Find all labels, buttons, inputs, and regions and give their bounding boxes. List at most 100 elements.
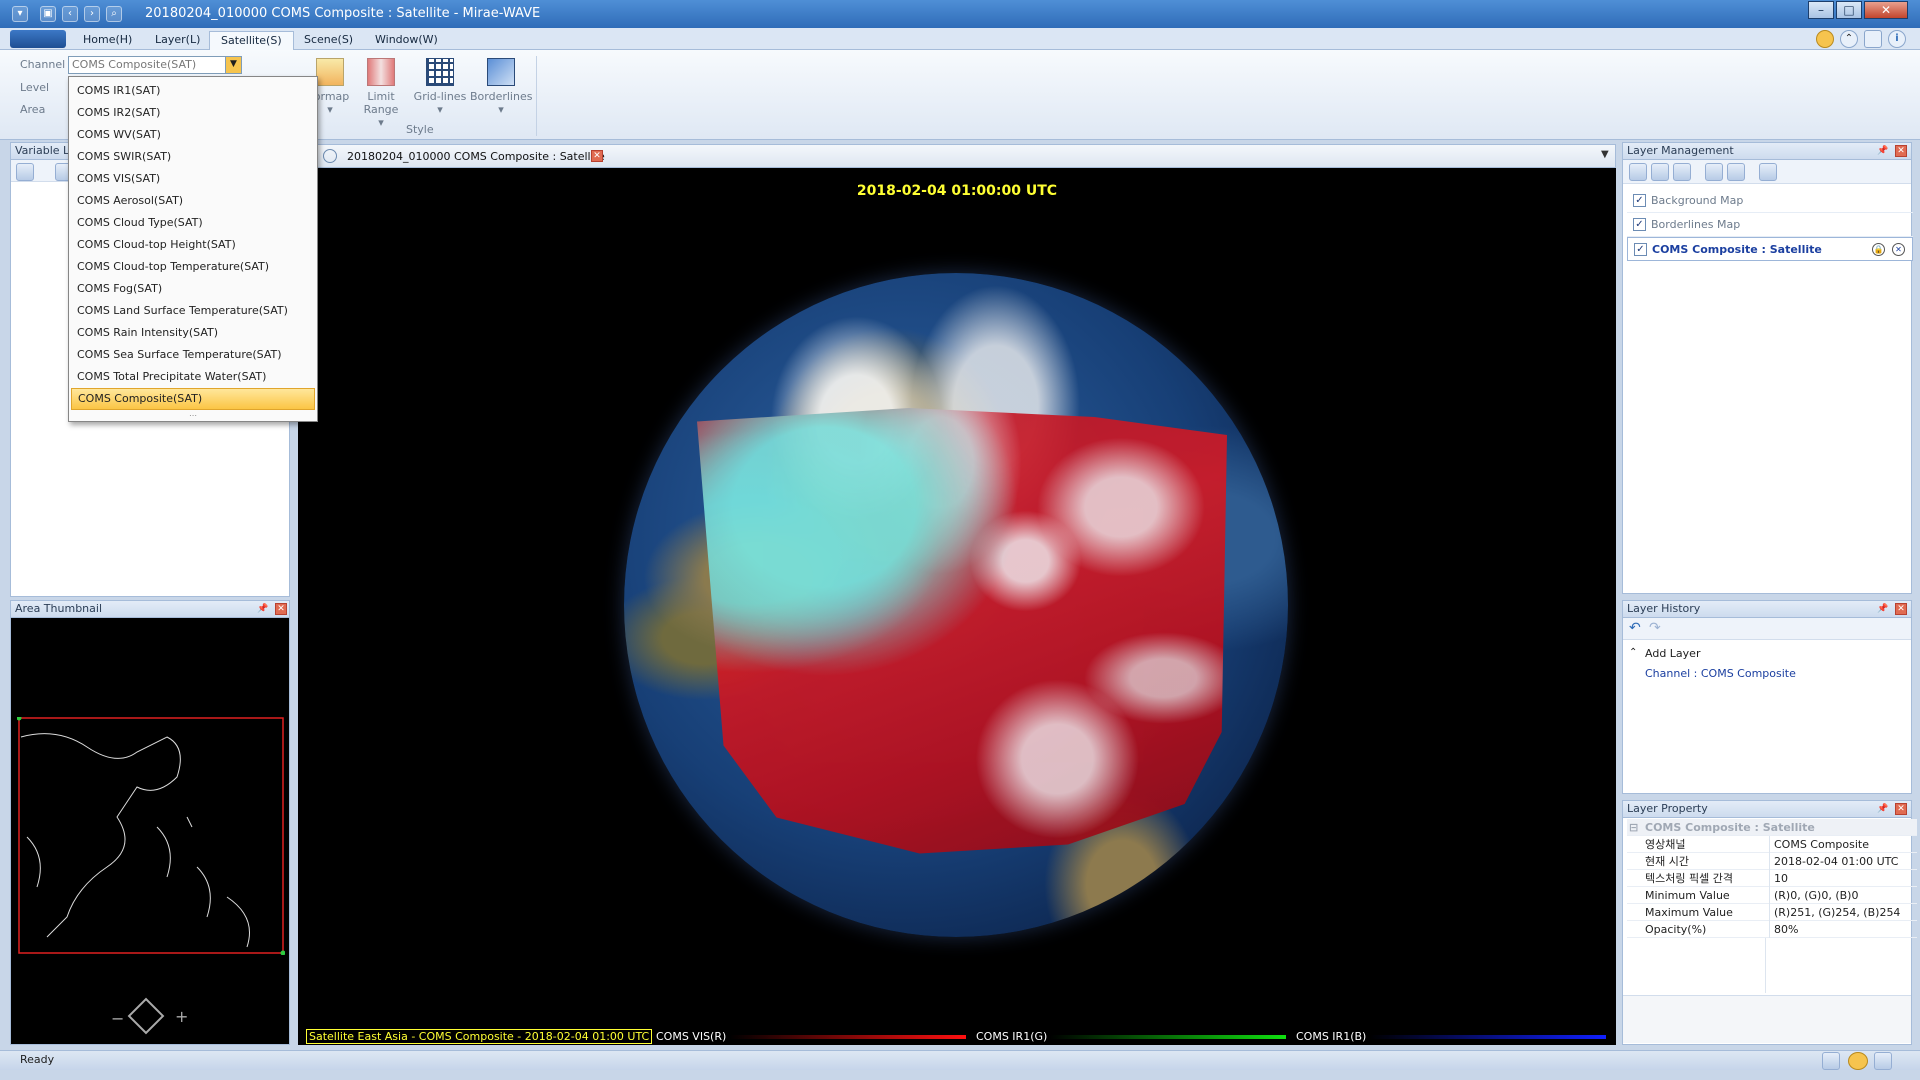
layer-item-active[interactable]: ✓ COMS Composite : Satellite 🔒 ✕ xyxy=(1627,237,1913,261)
property-value[interactable]: (R)251, (G)254, (B)254 xyxy=(1769,904,1909,921)
variable-tool-icon[interactable] xyxy=(16,163,34,181)
grid-lines-button[interactable]: Grid-lines ▾ xyxy=(412,58,468,116)
layer-item[interactable]: ✓ Borderlines Map xyxy=(1627,213,1913,237)
channel-option[interactable]: COMS Cloud Type(SAT) xyxy=(71,212,315,234)
channel-dropdown-list: COMS IR1(SAT) COMS IR2(SAT) COMS WV(SAT)… xyxy=(68,76,318,422)
pin-icon[interactable]: 📌 xyxy=(1877,145,1889,157)
channel-option[interactable]: COMS Sea Surface Temperature(SAT) xyxy=(71,344,315,366)
channel-option[interactable]: COMS WV(SAT) xyxy=(71,124,315,146)
back-icon[interactable]: ‹ xyxy=(62,6,78,22)
layer-down-icon[interactable] xyxy=(1727,163,1745,181)
globe-view-icon[interactable] xyxy=(1848,1052,1868,1070)
help-clock-icon[interactable] xyxy=(1816,30,1834,48)
layer-checkbox[interactable]: ✓ xyxy=(1634,243,1647,256)
forward-icon[interactable]: › xyxy=(84,6,100,22)
channel-option[interactable]: COMS IR1(SAT) xyxy=(71,80,315,102)
minimize-button[interactable]: – xyxy=(1808,1,1834,19)
chevron-down-icon[interactable]: ▼ xyxy=(225,57,241,73)
pin-icon[interactable]: 📌 xyxy=(1877,603,1889,615)
ribbon-divider xyxy=(536,56,537,136)
channel-option[interactable]: COMS Total Precipitate Water(SAT) xyxy=(71,366,315,388)
layer-checkbox[interactable]: ✓ xyxy=(1633,194,1646,207)
pin-icon[interactable]: 📌 xyxy=(257,603,269,615)
redo-icon[interactable]: ↷ xyxy=(1649,620,1661,636)
channel-option[interactable]: COMS Land Surface Temperature(SAT) xyxy=(71,300,315,322)
options-icon[interactable] xyxy=(1864,30,1882,48)
layer-remove-icon[interactable] xyxy=(1759,163,1777,181)
close-icon[interactable]: ✕ xyxy=(591,150,603,162)
map-view[interactable]: 2018-02-04 01:00:00 UTC Satellite East A… xyxy=(298,168,1616,1045)
channel-option-selected[interactable]: COMS Composite(SAT) xyxy=(71,388,315,410)
lock-icon[interactable]: 🔒 xyxy=(1872,243,1885,256)
channel-option[interactable]: COMS Fog(SAT) xyxy=(71,278,315,300)
collapse-icon[interactable]: ⊟ xyxy=(1629,819,1638,836)
channel-option[interactable]: COMS Cloud-top Height(SAT) xyxy=(71,234,315,256)
property-value[interactable]: 2018-02-04 01:00 UTC xyxy=(1769,853,1909,870)
zoom-in-button[interactable]: + xyxy=(175,1007,188,1026)
resize-grip-icon[interactable]: ⋯ xyxy=(189,411,197,420)
property-value[interactable]: (R)0, (G)0, (B)0 xyxy=(1769,887,1909,904)
property-key: 텍스처링 픽셀 간격 xyxy=(1645,872,1733,885)
tab-window[interactable]: Window(W) xyxy=(364,31,449,50)
layer-stack-icon[interactable] xyxy=(1651,163,1669,181)
channel-option[interactable]: COMS VIS(SAT) xyxy=(71,168,315,190)
collapse-ribbon-icon[interactable]: ⌃ xyxy=(1840,30,1858,48)
close-button[interactable]: ✕ xyxy=(1864,1,1908,19)
collapse-icon[interactable]: ⌃ xyxy=(1629,647,1637,658)
close-icon[interactable]: ✕ xyxy=(1895,603,1907,615)
document-tab-title[interactable]: 20180204_010000 COMS Composite : Satelli… xyxy=(347,150,605,163)
limit-range-button[interactable]: Limit Range ▾ xyxy=(360,58,402,129)
layer-up-icon[interactable] xyxy=(1705,163,1723,181)
area-thumbnail-title: Area Thumbnail xyxy=(15,602,102,615)
colormap-icon xyxy=(316,58,344,86)
legend-blue-label: COMS IR1(B) xyxy=(1296,1030,1367,1043)
window-title: 20180204_010000 COMS Composite : Satelli… xyxy=(145,6,541,21)
layer-property-title: Layer Property xyxy=(1627,802,1708,815)
channel-combo[interactable]: COMS Composite(SAT) xyxy=(68,56,242,74)
layer-item[interactable]: ✓ Background Map xyxy=(1627,189,1913,213)
channel-option[interactable]: COMS IR2(SAT) xyxy=(71,102,315,124)
satellite-composite-layer xyxy=(697,408,1227,854)
property-value[interactable]: 80% xyxy=(1769,921,1909,938)
layers-icon[interactable] xyxy=(1629,163,1647,181)
chevron-down-icon[interactable]: ▼ xyxy=(1601,149,1609,160)
view-split-icon[interactable] xyxy=(1874,1052,1892,1070)
zoom-icon[interactable]: ⌕ xyxy=(106,6,122,22)
close-icon[interactable]: ✕ xyxy=(1895,145,1907,157)
borderlines-button[interactable]: Borderlines ▾ xyxy=(470,58,532,116)
grid-icon xyxy=(426,58,454,86)
area-label: Area xyxy=(20,103,46,116)
remove-layer-icon[interactable]: ✕ xyxy=(1892,243,1905,256)
channel-option[interactable]: COMS Cloud-top Temperature(SAT) xyxy=(71,256,315,278)
close-icon[interactable]: ✕ xyxy=(1895,803,1907,815)
extent-handle[interactable] xyxy=(17,717,22,721)
extent-handle[interactable] xyxy=(280,950,286,956)
tab-scene[interactable]: Scene(S) xyxy=(293,31,364,50)
history-entry[interactable]: Channel : COMS Composite xyxy=(1645,667,1796,680)
tab-satellite[interactable]: Satellite(S) xyxy=(209,31,294,50)
channel-option[interactable]: COMS SWIR(SAT) xyxy=(71,146,315,168)
close-icon[interactable]: ✕ xyxy=(275,603,287,615)
pan-control-icon[interactable] xyxy=(127,997,165,1035)
app-menu-icon[interactable]: ▾ xyxy=(12,6,28,22)
new-document-icon[interactable]: ▣ xyxy=(40,6,56,22)
channel-option[interactable]: COMS Rain Intensity(SAT) xyxy=(71,322,315,344)
pin-icon[interactable]: 📌 xyxy=(1877,803,1889,815)
channel-option[interactable]: COMS Aerosol(SAT) xyxy=(71,190,315,212)
application-button[interactable] xyxy=(10,30,66,48)
thumbnail-map[interactable] xyxy=(17,717,285,955)
view-2d-icon[interactable] xyxy=(1822,1052,1840,1070)
undo-icon[interactable]: ↶ xyxy=(1629,620,1641,636)
tab-home[interactable]: Home(H) xyxy=(72,31,143,50)
globe[interactable] xyxy=(624,273,1288,937)
layer-checkbox[interactable]: ✓ xyxy=(1633,218,1646,231)
zoom-out-button[interactable]: − xyxy=(111,1009,124,1028)
layer-copy-icon[interactable] xyxy=(1673,163,1691,181)
info-icon[interactable]: i xyxy=(1888,30,1906,48)
tab-layer[interactable]: Layer(L) xyxy=(144,31,211,50)
history-group[interactable]: Add Layer xyxy=(1645,647,1700,660)
property-value[interactable]: COMS Composite xyxy=(1769,836,1909,853)
history-toolbar: ↶ ↷ xyxy=(1623,618,1911,640)
maximize-button[interactable]: □ xyxy=(1836,1,1862,19)
property-value[interactable]: 10 xyxy=(1769,870,1909,887)
